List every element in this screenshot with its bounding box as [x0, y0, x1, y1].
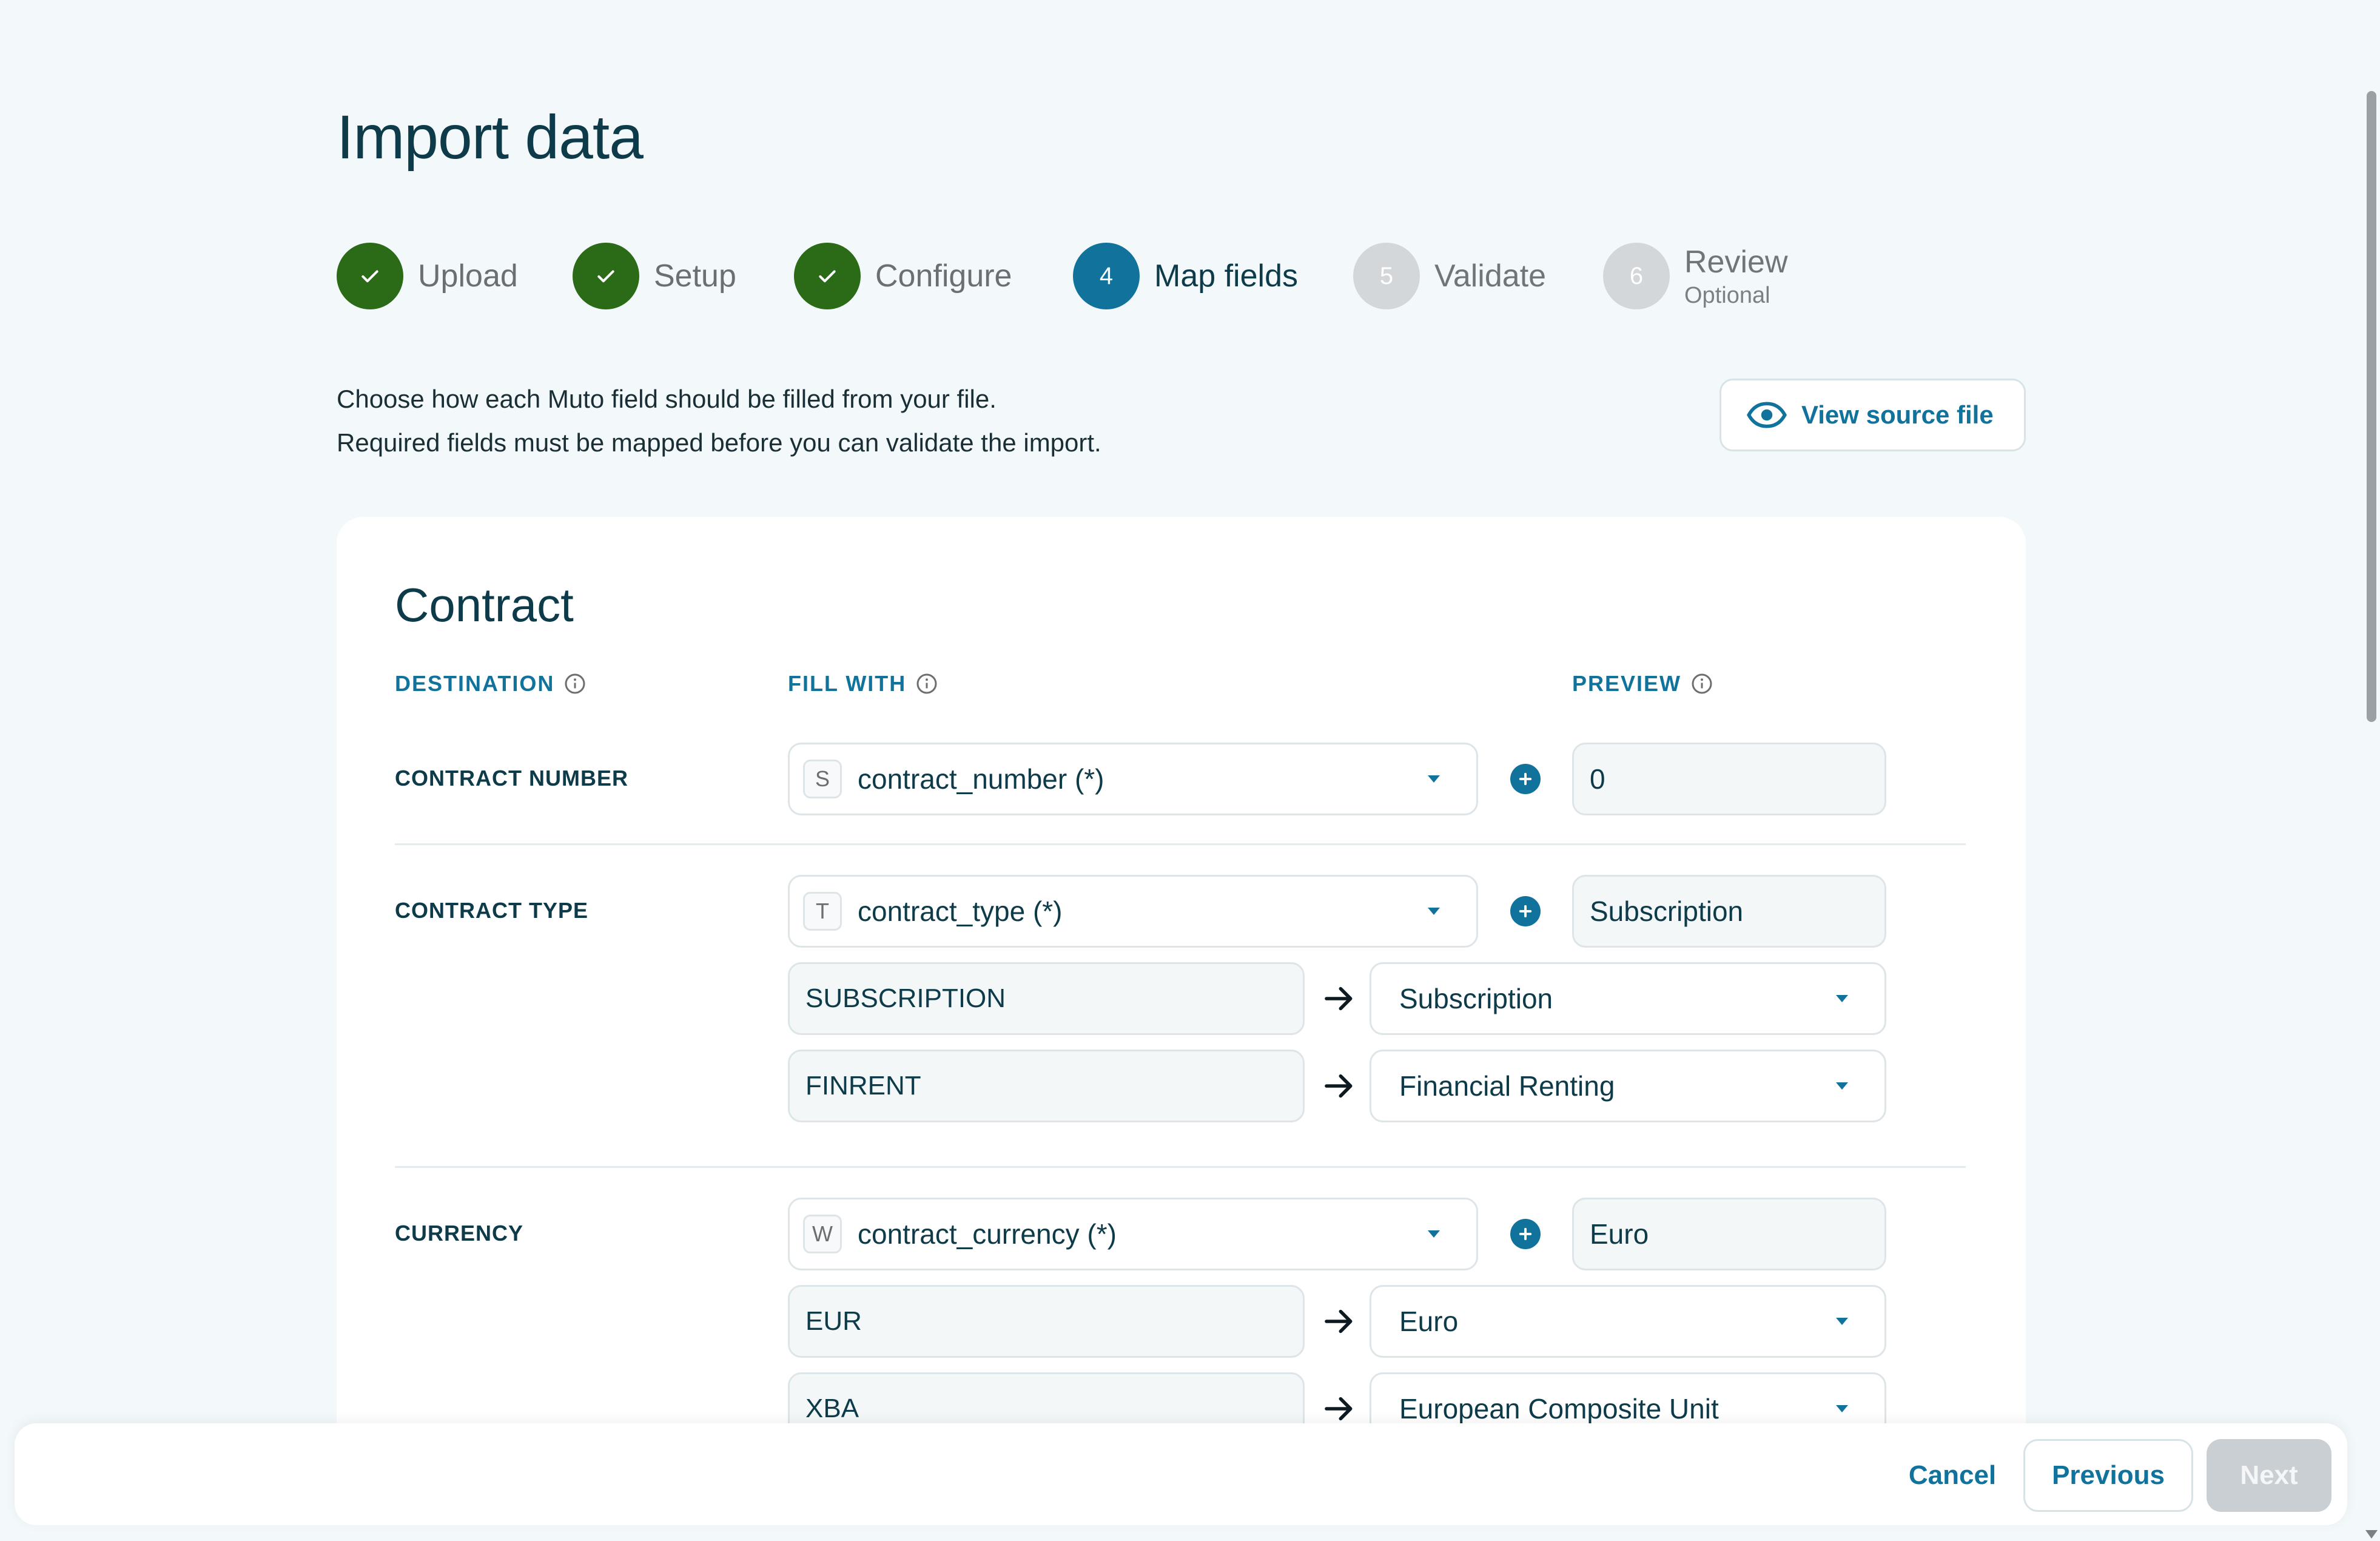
target-value-select[interactable]: Financial Renting — [1370, 1050, 1886, 1122]
chevron-down-icon — [1836, 1318, 1848, 1325]
destination-currency: CURRENCY — [395, 1221, 524, 1246]
source-value: EUR — [788, 1285, 1305, 1358]
type-tag: S — [803, 760, 842, 798]
chevron-down-icon — [1428, 775, 1440, 783]
type-tag: W — [803, 1215, 842, 1253]
selected-field: contract_currency (*) — [858, 1218, 1117, 1250]
chevron-down-icon — [1428, 1230, 1440, 1238]
step-number: 4 — [1073, 243, 1140, 309]
source-value: SUBSCRIPTION — [788, 962, 1305, 1035]
previous-button[interactable]: Previous — [2023, 1439, 2193, 1512]
fill-with-header: FILL WITH — [788, 671, 938, 696]
arrow-right-icon — [1325, 1074, 1353, 1098]
preview-header-label: PREVIEW — [1572, 671, 1682, 696]
arrow-right-icon — [1325, 1397, 1353, 1421]
selected-field: contract_number (*) — [858, 763, 1104, 795]
destination-header: DESTINATION — [395, 671, 586, 696]
step-configure[interactable]: Configure — [794, 243, 1012, 309]
footer-bar: Cancel Previous Next — [15, 1423, 2347, 1525]
chevron-down-icon — [1428, 908, 1440, 915]
scroll-down-icon[interactable] — [2365, 1530, 2378, 1539]
currency-fill-select[interactable]: W contract_currency (*) — [788, 1198, 1478, 1270]
target-value: Financial Renting — [1399, 1070, 1615, 1102]
instructions-line-1: Choose how each Muto field should be fil… — [337, 385, 997, 413]
step-label: Map fields — [1154, 258, 1298, 294]
step-validate[interactable]: 5 Validate — [1353, 243, 1546, 309]
row-divider — [395, 843, 1966, 845]
target-value-select[interactable]: Subscription — [1370, 962, 1886, 1035]
arrow-right-icon — [1325, 986, 1353, 1011]
instructions: Choose how each Muto field should be fil… — [337, 377, 1101, 465]
view-source-file-button[interactable]: View source file — [1719, 379, 2026, 451]
row-divider — [395, 1166, 1966, 1168]
type-tag: T — [803, 892, 842, 931]
step-number: 5 — [1353, 243, 1420, 309]
currency-preview: Euro — [1572, 1198, 1886, 1270]
arrow-right-icon — [1325, 1309, 1353, 1334]
step-label: Review — [1684, 244, 1788, 280]
info-icon[interactable] — [564, 673, 586, 695]
step-label: Configure — [875, 258, 1012, 294]
source-value: FINRENT — [788, 1050, 1305, 1122]
info-icon[interactable] — [916, 673, 938, 695]
step-review[interactable]: 6 Review Optional — [1603, 243, 1788, 309]
step-label: Setup — [654, 258, 736, 294]
preview-header: PREVIEW — [1572, 671, 1713, 696]
target-value-select[interactable]: Euro — [1370, 1285, 1886, 1358]
fill-with-header-label: FILL WITH — [788, 671, 907, 696]
page-title: Import data — [337, 103, 644, 172]
target-value: Euro — [1399, 1306, 1459, 1337]
destination-contract-number: CONTRACT NUMBER — [395, 766, 628, 791]
scrollbar-thumb[interactable] — [2367, 91, 2376, 722]
add-icon[interactable] — [1510, 896, 1541, 926]
check-icon — [794, 243, 861, 309]
contract-number-fill-select[interactable]: S contract_number (*) — [788, 743, 1478, 815]
chevron-down-icon — [1836, 1082, 1848, 1090]
step-setup[interactable]: Setup — [573, 243, 736, 309]
cancel-button[interactable]: Cancel — [1883, 1439, 2022, 1512]
contract-type-fill-select[interactable]: T contract_type (*) — [788, 875, 1478, 948]
stepper: Upload Setup Configure 4 Map fields 5 Va… — [337, 243, 1974, 309]
contract-number-preview: 0 — [1572, 743, 1886, 815]
check-icon — [573, 243, 639, 309]
target-value: Subscription — [1399, 983, 1553, 1014]
add-icon[interactable] — [1510, 764, 1541, 794]
step-label: Validate — [1434, 258, 1547, 294]
step-map-fields[interactable]: 4 Map fields — [1073, 243, 1298, 309]
card-title: Contract — [395, 578, 574, 632]
step-label: Upload — [418, 258, 518, 294]
instructions-line-2: Required fields must be mapped before yo… — [337, 428, 1101, 457]
eye-icon — [1747, 402, 1787, 428]
view-source-file-label: View source file — [1801, 400, 1994, 429]
next-button[interactable]: Next — [2207, 1439, 2331, 1512]
target-value: European Composite Unit — [1399, 1393, 1719, 1425]
chevron-down-icon — [1836, 995, 1848, 1002]
add-icon[interactable] — [1510, 1219, 1541, 1249]
chevron-down-icon — [1836, 1405, 1848, 1412]
selected-field: contract_type (*) — [858, 895, 1063, 927]
check-icon — [337, 243, 403, 309]
step-sublabel: Optional — [1684, 282, 1770, 308]
step-number: 6 — [1603, 243, 1670, 309]
destination-contract-type: CONTRACT TYPE — [395, 898, 588, 923]
contract-card: Contract DESTINATION FILL WITH PREVIEW C… — [337, 517, 2026, 1488]
info-icon[interactable] — [1691, 673, 1713, 695]
contract-type-preview: Subscription — [1572, 875, 1886, 948]
destination-header-label: DESTINATION — [395, 671, 555, 696]
step-upload[interactable]: Upload — [337, 243, 518, 309]
